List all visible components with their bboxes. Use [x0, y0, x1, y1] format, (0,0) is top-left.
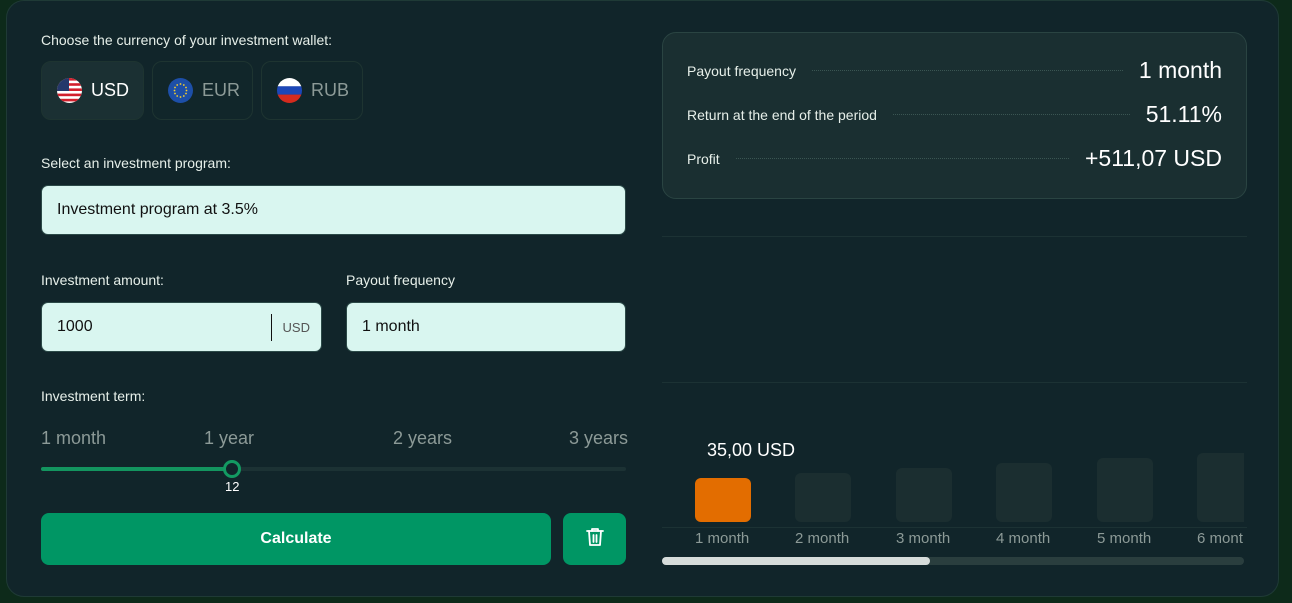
program-value: Investment program at 3.5% — [57, 201, 258, 218]
payout-label-3: 3 month — [896, 530, 951, 547]
term-slider-fill — [41, 467, 232, 471]
frequency-value: 1 month — [362, 318, 420, 335]
term-mark-3-years[interactable]: 3 years — [569, 428, 628, 449]
divider — [662, 382, 1247, 383]
payout-label-5: 5 month — [1097, 530, 1152, 547]
calculate-button[interactable]: Calculate — [41, 513, 551, 565]
payout-selected-value: 35,00 USD — [707, 440, 796, 460]
amount-divider — [271, 314, 272, 341]
summary-value: +511,07 USD — [1084, 145, 1222, 171]
trash-icon — [585, 527, 604, 552]
payout-bar-3[interactable] — [896, 468, 952, 522]
summary-dots — [735, 158, 1069, 159]
term-mark-2-years[interactable]: 2 years — [393, 428, 452, 449]
payout-label-4: 4 month — [996, 530, 1051, 547]
amount-label: Investment amount: — [41, 272, 164, 288]
program-label: Select an investment program: — [41, 155, 231, 171]
payout-bar-2[interactable] — [795, 473, 851, 522]
divider — [662, 236, 1247, 237]
payout-bar-6[interactable] — [1197, 453, 1244, 522]
summary-dots — [892, 114, 1130, 115]
payout-label-1: 1 month — [695, 530, 750, 547]
currency-rub-label: RUB — [311, 80, 350, 100]
summary-value: 1 month — [1138, 57, 1222, 83]
summary-row: Return at the end of the period 51.11% — [687, 101, 1222, 128]
payout-scrollbar-thumb[interactable] — [662, 557, 930, 565]
summary-card: Payout frequency 1 month Return at the e… — [662, 32, 1247, 199]
us-flag-icon — [57, 78, 82, 103]
summary-key: Payout frequency — [687, 62, 796, 79]
summary-row: Profit +511,07 USD — [687, 145, 1222, 172]
term-slider-thumb[interactable] — [223, 460, 241, 478]
frequency-label: Payout frequency — [346, 272, 455, 288]
frequency-select[interactable]: 1 month — [346, 302, 626, 352]
currency-usd-label: USD — [91, 80, 130, 100]
payout-bar-1[interactable] — [695, 478, 751, 522]
amount-input[interactable]: 1000 USD — [41, 302, 322, 352]
summary-key: Profit — [687, 150, 720, 167]
currency-eur-label: EUR — [202, 80, 241, 100]
term-mark-1-year[interactable]: 1 year — [204, 428, 254, 449]
currency-rub-button[interactable]: RUB — [261, 61, 363, 120]
currency-usd-button[interactable]: USD — [41, 61, 144, 120]
summary-value: 51.11% — [1145, 101, 1222, 127]
divider — [662, 527, 1247, 528]
amount-value: 1000 — [57, 318, 93, 335]
delete-button[interactable] — [563, 513, 626, 565]
eu-flag-icon — [168, 78, 193, 103]
amount-unit: USD — [282, 319, 310, 335]
currency-label: Choose the currency of your investment w… — [41, 32, 333, 48]
term-mark-1-month[interactable]: 1 month — [41, 428, 106, 449]
summary-dots — [811, 70, 1123, 71]
payout-label-2: 2 month — [795, 530, 850, 547]
currency-eur-button[interactable]: EUR — [152, 61, 253, 120]
payout-bar-4[interactable] — [996, 463, 1052, 522]
ru-flag-icon — [277, 78, 302, 103]
term-slider-value: 12 — [225, 479, 240, 494]
calculator-panel: Choose the currency of your investment w… — [6, 0, 1279, 597]
term-label: Investment term: — [41, 388, 146, 404]
program-select[interactable]: Investment program at 3.5% — [41, 185, 626, 235]
payout-bar-5[interactable] — [1097, 458, 1153, 522]
payout-label-6: 6 mont — [1197, 530, 1243, 547]
summary-key: Return at the end of the period — [687, 106, 877, 123]
summary-row: Payout frequency 1 month — [687, 57, 1222, 84]
